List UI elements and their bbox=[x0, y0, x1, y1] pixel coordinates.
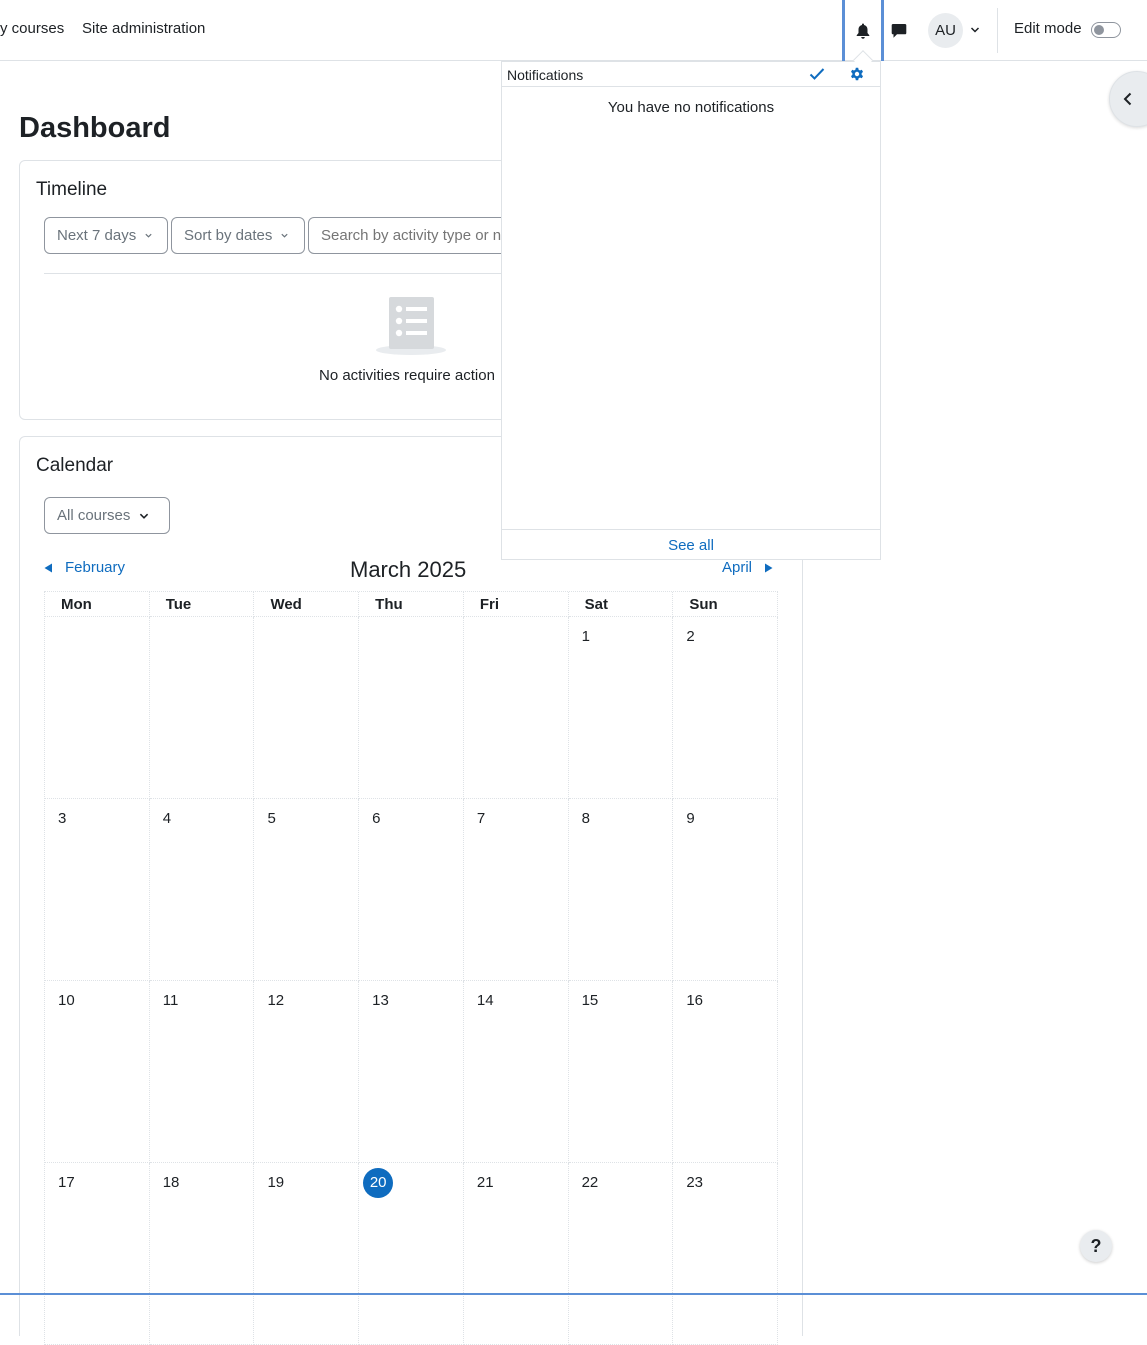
calendar-title: Calendar bbox=[36, 455, 114, 476]
calendar-day-cell[interactable]: 12 bbox=[254, 981, 360, 1163]
calendar-week-row: 3 4 5 6 7 8 9 bbox=[45, 799, 779, 981]
calendar-weekday-header: Mon Tue Wed Thu Fri Sat Sun bbox=[45, 592, 779, 617]
calendar-course-filter[interactable]: All courses bbox=[44, 497, 170, 534]
weekday-tue: Tue bbox=[149, 592, 255, 617]
notifications-header: Notifications bbox=[502, 62, 880, 87]
calendar-day-cell[interactable]: 18 bbox=[149, 1163, 255, 1345]
calendar-prev-month-link[interactable]: February bbox=[44, 559, 125, 576]
calendar-block: Calendar All courses February March 2025… bbox=[19, 436, 803, 1345]
calendar-prev-month-label: February bbox=[65, 559, 126, 576]
calendar-day-cell-today[interactable]: 20 bbox=[359, 1163, 464, 1345]
calendar-course-filter-label: All courses bbox=[57, 507, 131, 524]
gear-icon[interactable] bbox=[849, 66, 865, 82]
calendar-day-cell[interactable]: 23 bbox=[673, 1163, 779, 1345]
calendar-day-cell[interactable]: 21 bbox=[463, 1163, 569, 1345]
calendar-week-row: 17 18 19 20 21 22 23 bbox=[45, 1163, 779, 1345]
timeline-sort-filter[interactable]: Sort by dates bbox=[171, 217, 305, 254]
weekday-mon: Mon bbox=[45, 592, 150, 617]
calendar-day-cell bbox=[45, 617, 150, 799]
timeline-day-filter[interactable]: Next 7 days bbox=[44, 217, 168, 254]
calendar-day-cell[interactable]: 4 bbox=[149, 799, 255, 981]
calendar-day-cell bbox=[254, 617, 360, 799]
nav-link-my-courses[interactable]: y courses bbox=[0, 20, 64, 37]
calendar-week-row: 1 2 bbox=[45, 617, 779, 799]
calendar-day-cell[interactable]: 17 bbox=[45, 1163, 150, 1345]
timeline-title: Timeline bbox=[36, 179, 108, 200]
weekday-sat: Sat bbox=[568, 592, 674, 617]
timeline-empty-text: No activities require action bbox=[319, 367, 495, 384]
chevron-down-icon bbox=[140, 513, 149, 519]
calendar-week-row: 10 11 12 13 14 15 16 bbox=[45, 981, 779, 1163]
calendar-day-cell bbox=[463, 617, 569, 799]
calendar-day-cell[interactable]: 10 bbox=[45, 981, 150, 1163]
calendar-day-cell[interactable]: 11 bbox=[149, 981, 255, 1163]
page-title: Dashboard bbox=[19, 112, 171, 144]
weekday-sun: Sun bbox=[673, 592, 779, 617]
calendar-day-cell[interactable]: 16 bbox=[673, 981, 779, 1163]
calendar-day-cell[interactable]: 2 bbox=[673, 617, 779, 799]
calendar-day-cell bbox=[359, 617, 464, 799]
notifications-title: Notifications bbox=[507, 67, 584, 83]
check-icon[interactable] bbox=[809, 67, 825, 81]
calendar-day-cell[interactable]: 6 bbox=[359, 799, 464, 981]
calendar-day-cell bbox=[149, 617, 255, 799]
messages-toggle-button[interactable] bbox=[884, 0, 914, 61]
weekday-thu: Thu bbox=[359, 592, 464, 617]
calendar-day-cell[interactable]: 9 bbox=[673, 799, 779, 981]
chevron-down-icon bbox=[145, 233, 152, 238]
chevron-down-icon bbox=[281, 233, 289, 238]
calendar-day-cell[interactable]: 22 bbox=[568, 1163, 674, 1345]
calendar-day-cell[interactable]: 19 bbox=[254, 1163, 360, 1345]
notifications-empty-text: You have no notifications bbox=[607, 99, 775, 116]
notifications-popover: Notifications You have no notifications … bbox=[501, 50, 881, 560]
see-all-notifications-link[interactable]: See all bbox=[502, 529, 880, 560]
calendar-day-cell[interactable]: 15 bbox=[568, 981, 674, 1163]
top-navbar: y courses Site administration AU Edit mo… bbox=[0, 0, 1147, 61]
chevron-left-icon bbox=[1123, 92, 1132, 106]
timeline-sort-filter-label: Sort by dates bbox=[184, 227, 273, 244]
calendar-day-cell[interactable]: 7 bbox=[463, 799, 569, 981]
open-drawer-button[interactable] bbox=[1109, 71, 1147, 127]
calendar-day-cell[interactable]: 13 bbox=[359, 981, 464, 1163]
bell-icon bbox=[856, 23, 870, 39]
edit-mode-toggle[interactable] bbox=[1091, 22, 1121, 38]
timeline-day-filter-label: Next 7 days bbox=[57, 227, 137, 244]
calendar-next-month-label: April bbox=[722, 559, 753, 576]
empty-activities-icon bbox=[376, 297, 446, 355]
edit-mode-label: Edit mode bbox=[1014, 20, 1082, 37]
help-button[interactable]: ? bbox=[1080, 1230, 1112, 1262]
chevron-down-icon[interactable] bbox=[970, 25, 980, 35]
calendar-day-cell[interactable]: 8 bbox=[568, 799, 674, 981]
user-avatar[interactable]: AU bbox=[928, 13, 963, 48]
calendar-month-title: March 2025 bbox=[350, 557, 467, 582]
weekday-fri: Fri bbox=[463, 592, 569, 617]
chat-bubble-icon bbox=[891, 23, 907, 38]
calendar-next-month-link[interactable]: April bbox=[722, 559, 773, 576]
caret-left-icon bbox=[44, 563, 52, 572]
calendar-day-cell[interactable]: 1 bbox=[568, 617, 674, 799]
toggle-knob bbox=[1094, 25, 1104, 35]
calendar-grid: Mon Tue Wed Thu Fri Sat Sun 1 2 3 4 5 6 … bbox=[44, 591, 779, 1345]
navbar-divider bbox=[997, 8, 998, 53]
calendar-day-cell[interactable]: 14 bbox=[463, 981, 569, 1163]
calendar-day-cell[interactable]: 3 bbox=[45, 799, 150, 981]
today-badge: 20 bbox=[363, 1167, 394, 1198]
weekday-wed: Wed bbox=[254, 592, 360, 617]
calendar-day-cell[interactable]: 5 bbox=[254, 799, 360, 981]
nav-link-site-administration[interactable]: Site administration bbox=[82, 20, 205, 37]
caret-right-icon bbox=[765, 563, 773, 572]
